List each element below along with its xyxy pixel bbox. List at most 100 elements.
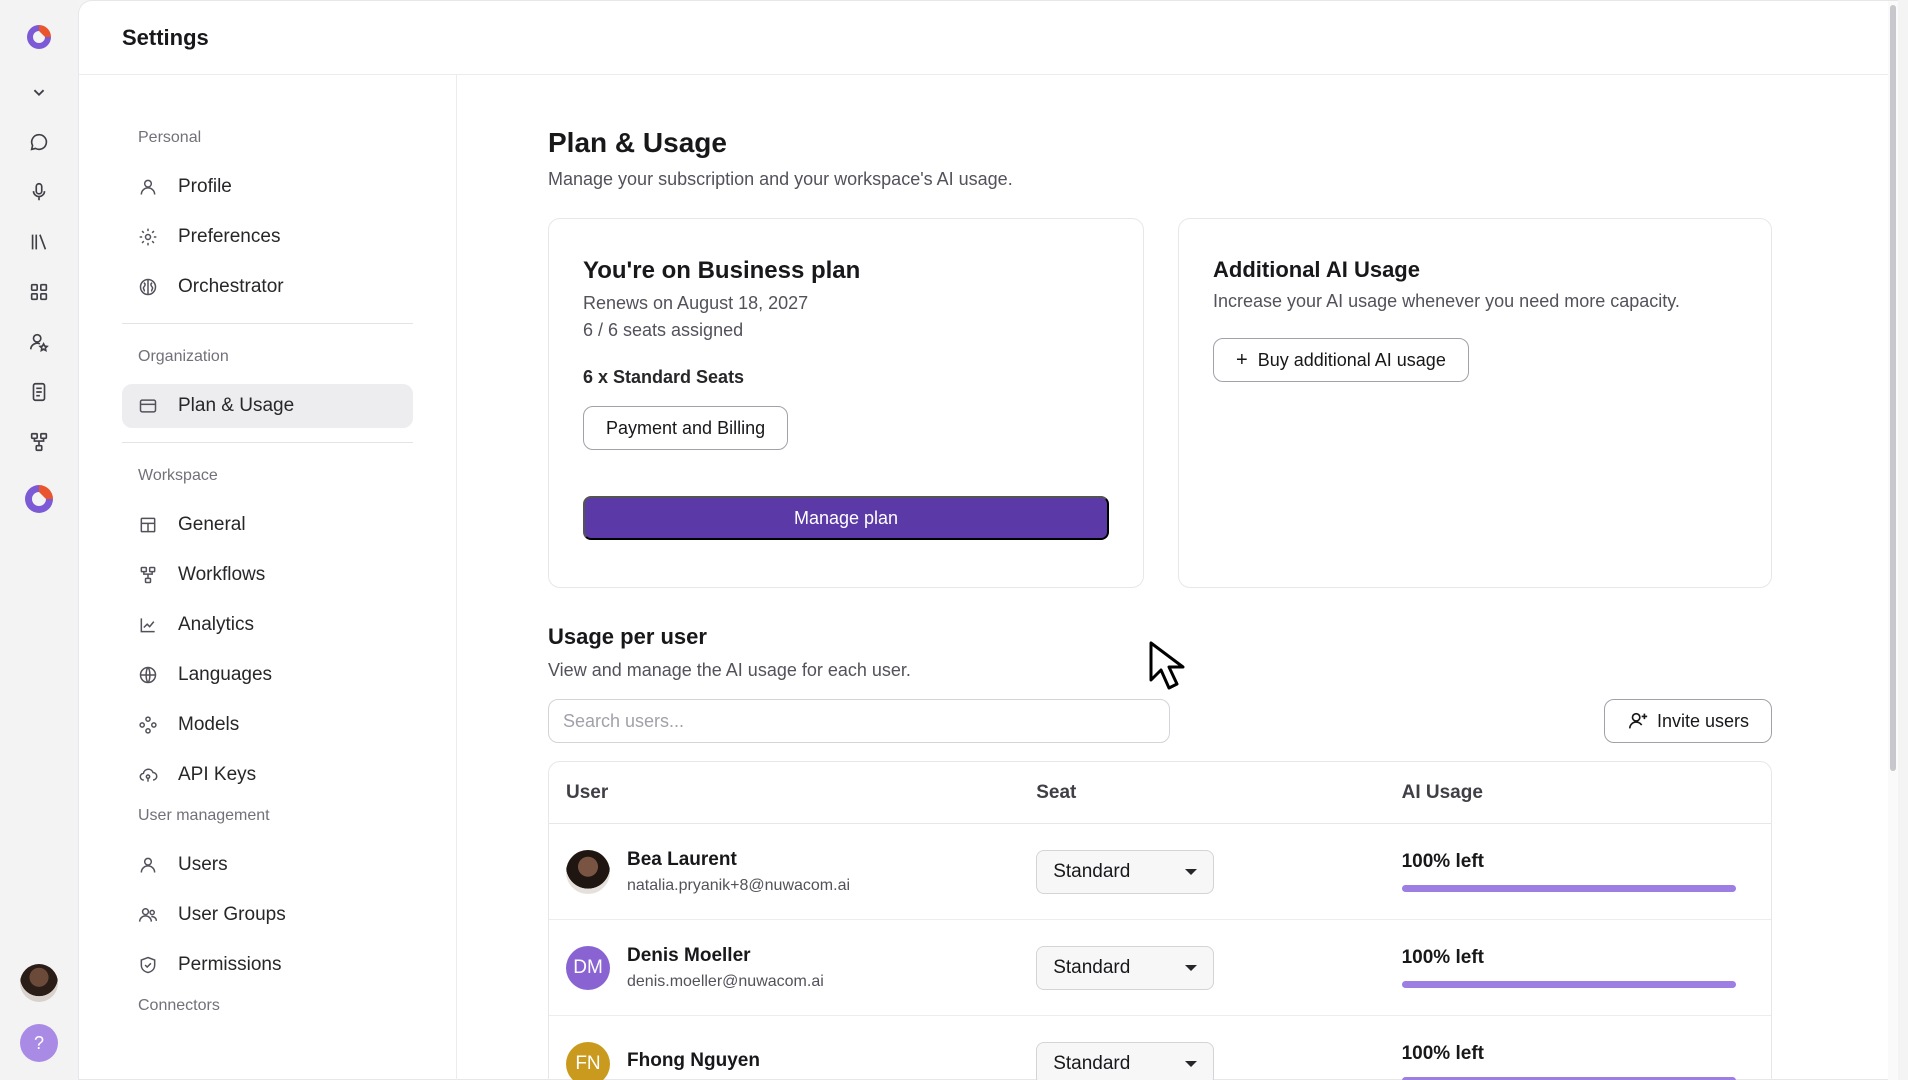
usage-label: 100% left bbox=[1401, 1043, 1484, 1064]
library-icon[interactable] bbox=[19, 222, 59, 262]
user-email: denis.moeller@nuwacom.ai bbox=[627, 972, 824, 990]
nav-item-label: Plan & Usage bbox=[178, 395, 295, 416]
seat-select[interactable]: Standard bbox=[1036, 945, 1215, 990]
usage-per-user-title: Usage per user bbox=[548, 624, 707, 649]
additional-usage-title: Additional AI Usage bbox=[1213, 257, 1420, 282]
additional-usage-text: Increase your AI usage whenever you need… bbox=[1213, 291, 1680, 311]
caret-down-icon bbox=[1185, 964, 1198, 971]
caret-down-icon bbox=[1185, 1060, 1198, 1067]
nav-item-analytics[interactable]: Analytics bbox=[122, 603, 413, 647]
manage-plan-button[interactable]: Manage plan bbox=[583, 496, 1109, 540]
usage-table: User Seat AI Usage Bea Laurent natalia.p… bbox=[548, 761, 1772, 1080]
nav-item-models[interactable]: Models bbox=[122, 703, 413, 747]
nav-section-personal: Personal bbox=[138, 129, 202, 146]
buy-ai-usage-button[interactable]: + Buy additional AI usage bbox=[1213, 338, 1469, 382]
workflow-icon[interactable] bbox=[19, 422, 59, 462]
nav-item-label: Workflows bbox=[178, 564, 266, 585]
table-row[interactable]: DM Denis Moeller denis.moeller@nuwacom.a… bbox=[549, 920, 1771, 1016]
usage-bar bbox=[1401, 981, 1736, 988]
usage-bar-fill bbox=[1401, 885, 1736, 892]
credit-card-icon bbox=[139, 399, 157, 413]
nav-item-preferences[interactable]: Preferences bbox=[122, 215, 413, 259]
nav-item-label: General bbox=[178, 514, 246, 535]
invite-users-button[interactable]: Invite users bbox=[1603, 699, 1772, 743]
workflow-icon bbox=[140, 566, 156, 584]
apps-grid-icon[interactable] bbox=[19, 272, 59, 312]
scrollbar-thumb[interactable] bbox=[1890, 5, 1896, 771]
nav-item-user-groups[interactable]: User Groups bbox=[122, 893, 413, 937]
plan-card: You're on Business plan Renews on August… bbox=[548, 218, 1144, 588]
help-button[interactable]: ? bbox=[20, 1024, 58, 1062]
vertical-scrollbar[interactable] bbox=[1888, 1, 1898, 1080]
nav-section-organization: Organization bbox=[138, 348, 229, 365]
nav-section-connectors: Connectors bbox=[138, 997, 220, 1014]
search-users-input[interactable] bbox=[548, 699, 1170, 743]
user-name: Fhong Nguyen bbox=[627, 1049, 760, 1071]
invite-users-label: Invite users bbox=[1656, 710, 1749, 731]
nav-divider bbox=[122, 323, 413, 324]
page-subtitle: Manage your subscription and your worksp… bbox=[548, 169, 1013, 189]
nav-item-label: Languages bbox=[178, 664, 273, 685]
table-row[interactable]: FN Fhong Nguyen Standard 100% left bbox=[549, 1016, 1771, 1080]
plan-seats-assigned: 6 / 6 seats assigned bbox=[583, 320, 744, 340]
nav-item-plan-usage[interactable]: Plan & Usage bbox=[122, 384, 413, 428]
gear-icon bbox=[139, 228, 157, 246]
user-avatar: DM bbox=[566, 945, 610, 990]
nav-item-languages[interactable]: Languages bbox=[122, 653, 413, 697]
table-header: User Seat AI Usage bbox=[549, 762, 1771, 824]
column-header-ai-usage: AI Usage bbox=[1401, 781, 1483, 803]
plus-icon: + bbox=[1236, 348, 1248, 371]
nav-item-label: Analytics bbox=[178, 614, 255, 635]
nav-divider bbox=[122, 442, 413, 443]
document-icon[interactable] bbox=[19, 372, 59, 412]
nav-item-api-keys[interactable]: API Keys bbox=[122, 753, 413, 797]
table-row[interactable]: Bea Laurent natalia.pryanik+8@nuwacom.ai… bbox=[549, 824, 1771, 920]
models-icon bbox=[139, 716, 157, 734]
chevron-down-icon[interactable] bbox=[19, 72, 59, 112]
usage-bar-fill bbox=[1401, 981, 1736, 988]
user-avatar bbox=[566, 849, 610, 894]
user-name: Denis Moeller bbox=[627, 944, 751, 966]
seat-select[interactable]: Standard bbox=[1036, 1041, 1215, 1080]
user-icon bbox=[140, 179, 156, 195]
seat-value: Standard bbox=[1053, 860, 1131, 882]
app-logo-large-icon[interactable] bbox=[22, 482, 56, 516]
top-bar: Settings bbox=[79, 1, 1898, 75]
caret-down-icon bbox=[1185, 868, 1198, 875]
shield-check-icon bbox=[140, 956, 156, 974]
nav-item-label: API Keys bbox=[178, 764, 257, 785]
mouse-pointer-icon bbox=[1149, 641, 1185, 690]
plan-usage-content: Plan & Usage Manage your subscription an… bbox=[548, 75, 1858, 1080]
seat-value: Standard bbox=[1053, 1052, 1131, 1074]
nav-item-label: Preferences bbox=[178, 226, 281, 247]
plan-renewal: Renews on August 18, 2027 bbox=[583, 293, 809, 313]
page-title: Plan & Usage bbox=[548, 127, 727, 158]
usage-toolbar: Invite users bbox=[548, 699, 1772, 743]
plan-seat-summary: 6 x Standard Seats bbox=[583, 367, 745, 387]
nav-item-general[interactable]: General bbox=[122, 503, 413, 547]
layout-icon bbox=[140, 517, 156, 533]
payment-billing-button[interactable]: Payment and Billing bbox=[583, 406, 789, 450]
microphone-icon[interactable] bbox=[19, 172, 59, 212]
nav-item-workflows[interactable]: Workflows bbox=[122, 553, 413, 597]
user-name: Bea Laurent bbox=[627, 848, 737, 870]
nav-item-users[interactable]: Users bbox=[122, 843, 413, 887]
brain-icon bbox=[139, 278, 157, 296]
usage-bar bbox=[1401, 885, 1736, 892]
nav-item-label: Orchestrator bbox=[178, 276, 284, 297]
nav-item-orchestrator[interactable]: Orchestrator bbox=[122, 265, 413, 309]
nav-item-permissions[interactable]: Permissions bbox=[122, 943, 413, 987]
app-logo-icon[interactable] bbox=[24, 22, 54, 52]
seat-select[interactable]: Standard bbox=[1036, 849, 1215, 894]
nav-item-label: Users bbox=[178, 854, 228, 875]
nav-item-profile[interactable]: Profile bbox=[122, 165, 413, 209]
app-rail: ? bbox=[0, 0, 78, 1080]
current-user-avatar[interactable] bbox=[20, 964, 58, 1002]
user-star-icon[interactable] bbox=[19, 322, 59, 362]
nav-section-user-management: User management bbox=[138, 807, 270, 824]
user-avatar: FN bbox=[566, 1041, 610, 1080]
chat-icon[interactable] bbox=[19, 122, 59, 162]
chart-line-icon bbox=[140, 618, 155, 633]
column-header-seat: Seat bbox=[1036, 781, 1077, 803]
nav-item-label: Profile bbox=[178, 176, 232, 197]
